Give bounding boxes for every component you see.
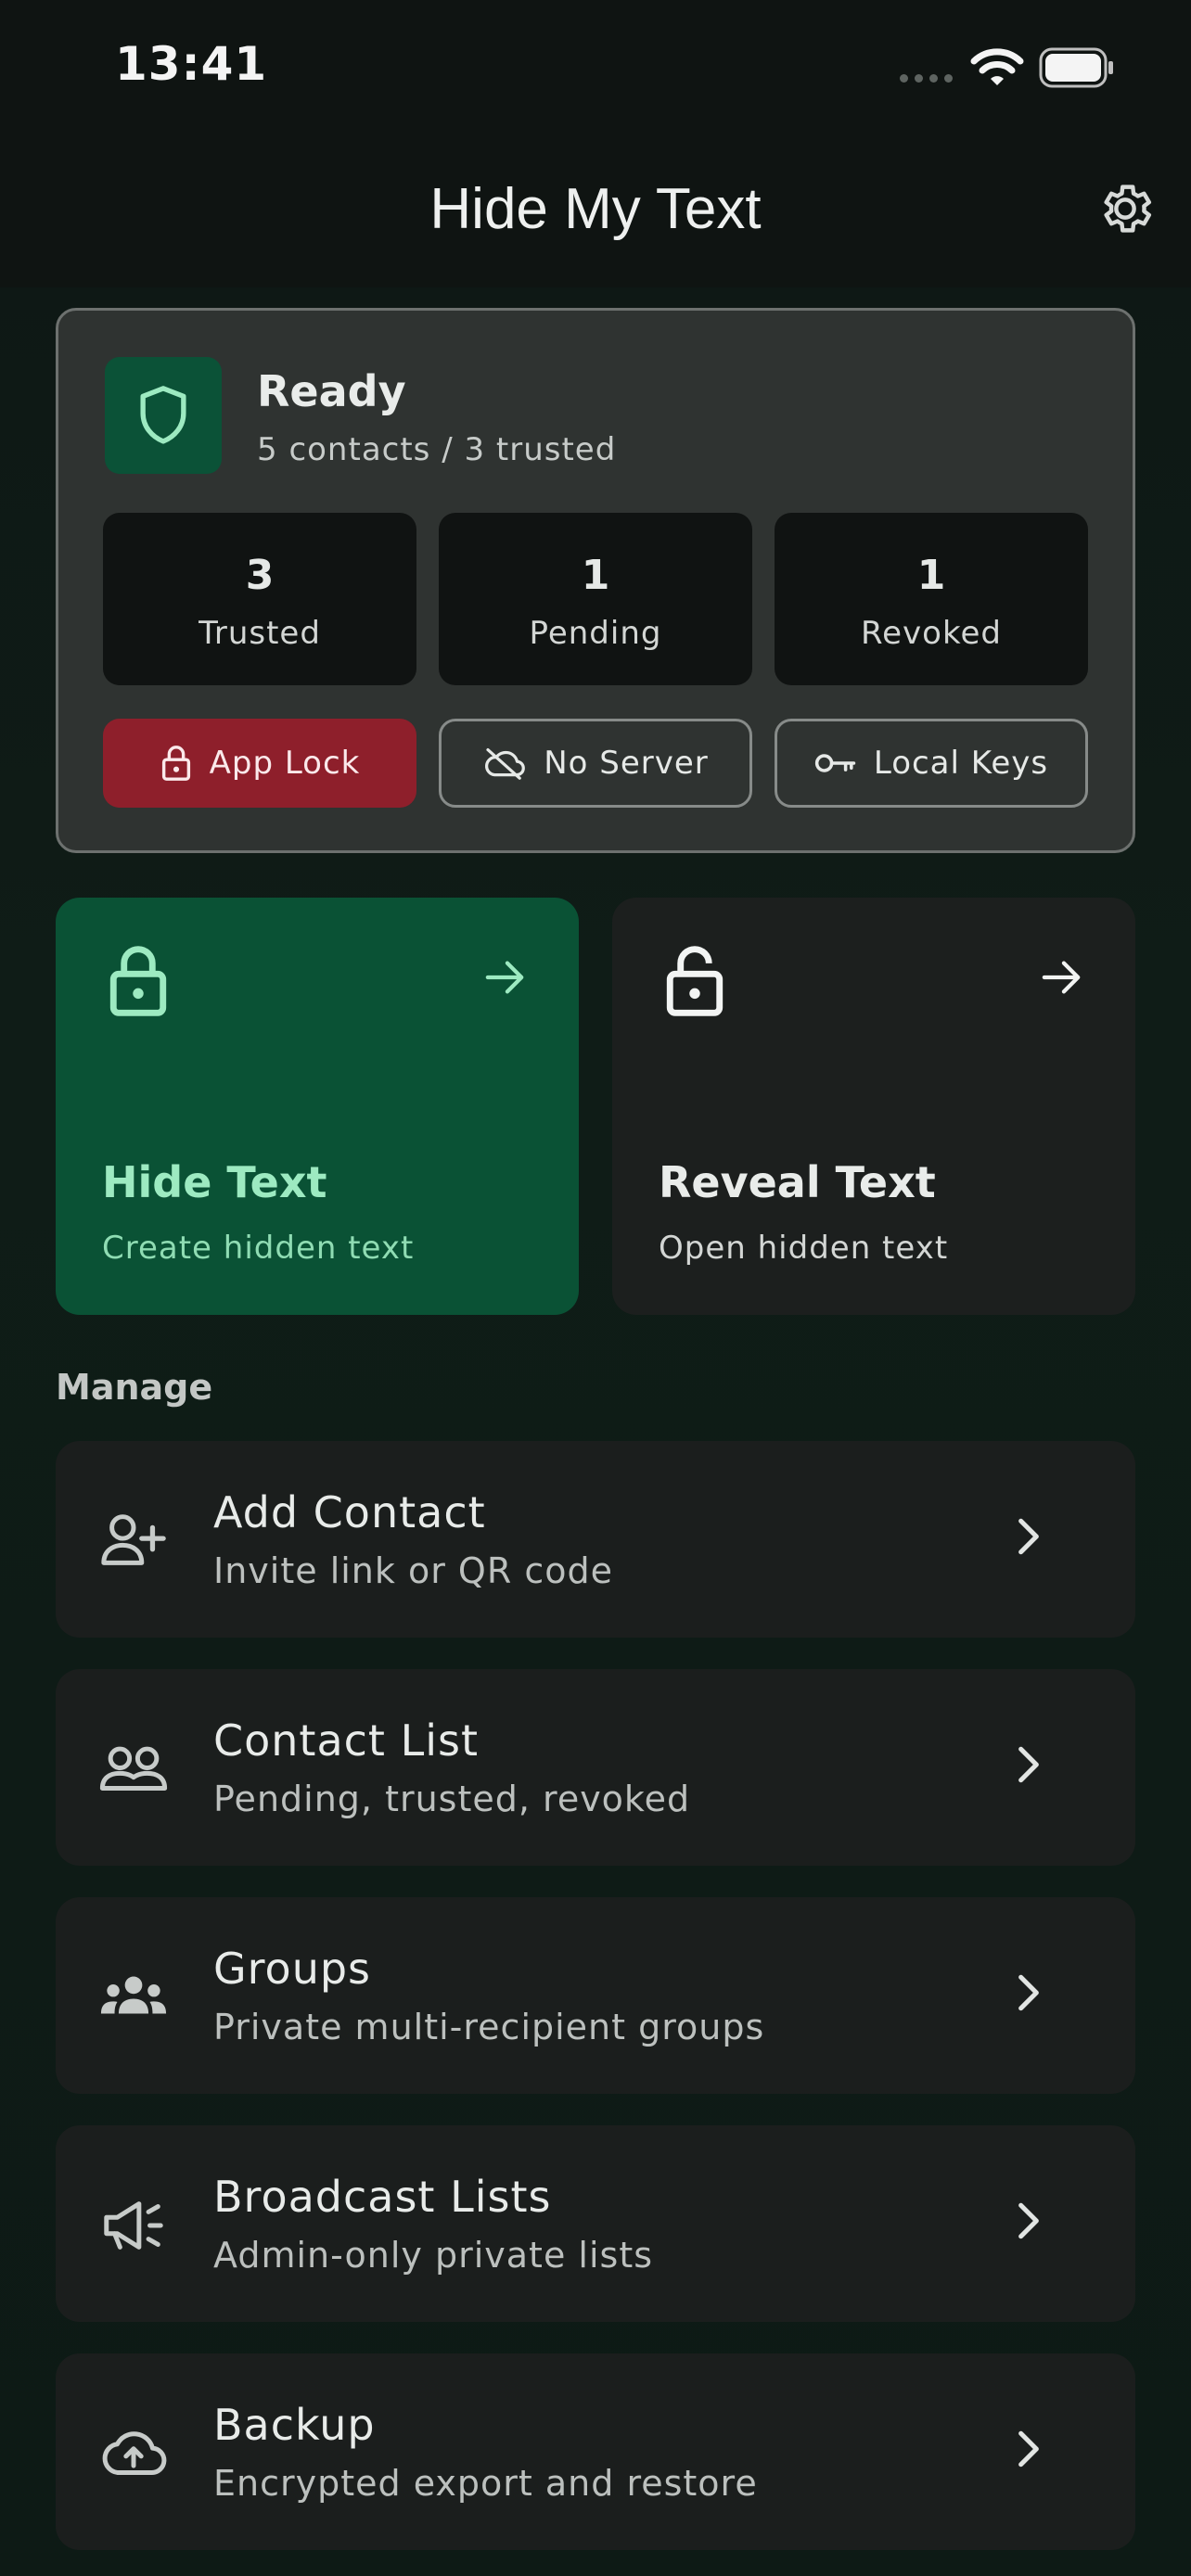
stat-trusted: 3 Trusted	[103, 513, 416, 685]
status-title: Ready	[257, 366, 406, 416]
stat-label: Revoked	[861, 615, 1002, 652]
list-item-subtitle: Invite link or QR code	[213, 1550, 613, 1591]
gear-icon	[1104, 185, 1152, 233]
hide-text-subtitle: Create hidden text	[102, 1230, 415, 1267]
list-item-title: Add Contact	[213, 1487, 486, 1537]
stat-revoked: 1 Revoked	[775, 513, 1088, 685]
stat-label: Trusted	[198, 615, 321, 652]
groups-item[interactable]: Groups Private multi-recipient groups	[56, 1897, 1135, 2094]
cellular-signal-icon	[900, 74, 953, 83]
backup-item[interactable]: Backup Encrypted export and restore	[56, 2353, 1135, 2550]
cloud-upload-icon	[102, 2431, 167, 2475]
chevron-right-icon	[1018, 2430, 1039, 2468]
chip-label: App Lock	[209, 745, 361, 782]
reveal-text-card[interactable]: Reveal Text Open hidden text	[612, 898, 1135, 1315]
stat-value: 3	[245, 552, 275, 599]
battery-icon	[1039, 47, 1113, 88]
list-item-subtitle: Private multi-recipient groups	[213, 2007, 765, 2047]
list-item-subtitle: Encrypted export and restore	[213, 2463, 758, 2504]
wifi-icon	[970, 48, 1024, 85]
no-server-chip[interactable]: No Server	[439, 719, 752, 808]
status-icon-box	[105, 357, 222, 474]
cloud-off-icon	[485, 747, 526, 780]
arrow-right-icon	[1042, 961, 1081, 994]
settings-button[interactable]	[1095, 178, 1156, 239]
unlock-icon	[666, 946, 724, 1016]
key-icon	[814, 754, 856, 772]
lock-icon	[109, 946, 167, 1016]
list-item-subtitle: Pending, trusted, revoked	[213, 1779, 691, 1819]
app-header: Hide My Text	[0, 139, 1191, 287]
status-subtitle: 5 contacts / 3 trusted	[257, 431, 617, 468]
contact-list-item[interactable]: Contact List Pending, trusted, revoked	[56, 1669, 1135, 1866]
chip-label: No Server	[544, 745, 709, 782]
stat-value: 1	[916, 552, 946, 599]
chip-label: Local Keys	[873, 745, 1049, 782]
chevron-right-icon	[1018, 1974, 1039, 2011]
shield-icon	[140, 386, 186, 444]
stat-label: Pending	[529, 615, 662, 652]
groups-icon	[100, 1976, 167, 2014]
manage-section-title: Manage	[56, 1367, 213, 1408]
chevron-right-icon	[1018, 2202, 1039, 2239]
home-screen: 13:41 Hide My Text Ready 5 contacts / 3 …	[0, 0, 1191, 2576]
local-keys-chip[interactable]: Local Keys	[775, 719, 1088, 808]
list-item-title: Contact List	[213, 1715, 480, 1766]
lock-icon	[161, 746, 190, 781]
status-card: Ready 5 contacts / 3 trusted 3 Trusted 1…	[56, 308, 1135, 853]
person-add-icon	[101, 1514, 166, 1565]
broadcast-lists-item[interactable]: Broadcast Lists Admin-only private lists	[56, 2125, 1135, 2322]
status-bar: 13:41	[0, 0, 1191, 139]
status-time: 13:41	[115, 37, 268, 91]
list-item-title: Broadcast Lists	[213, 2172, 552, 2222]
hide-text-card[interactable]: Hide Text Create hidden text	[56, 898, 579, 1315]
chevron-right-icon	[1018, 1518, 1039, 1555]
hide-text-title: Hide Text	[102, 1157, 327, 1207]
list-item-subtitle: Admin-only private lists	[213, 2235, 654, 2276]
page-title: Hide My Text	[429, 177, 762, 241]
reveal-text-title: Reveal Text	[659, 1157, 936, 1207]
reveal-text-subtitle: Open hidden text	[659, 1230, 949, 1267]
arrow-right-icon	[485, 961, 524, 994]
megaphone-icon	[104, 2201, 163, 2250]
add-contact-item[interactable]: Add Contact Invite link or QR code	[56, 1441, 1135, 1638]
list-item-title: Backup	[213, 2400, 376, 2450]
stat-pending: 1 Pending	[439, 513, 752, 685]
stat-value: 1	[581, 552, 610, 599]
chevron-right-icon	[1018, 1746, 1039, 1783]
app-lock-chip[interactable]: App Lock	[103, 719, 416, 808]
people-icon	[99, 1746, 168, 1791]
list-item-title: Groups	[213, 1944, 372, 1994]
